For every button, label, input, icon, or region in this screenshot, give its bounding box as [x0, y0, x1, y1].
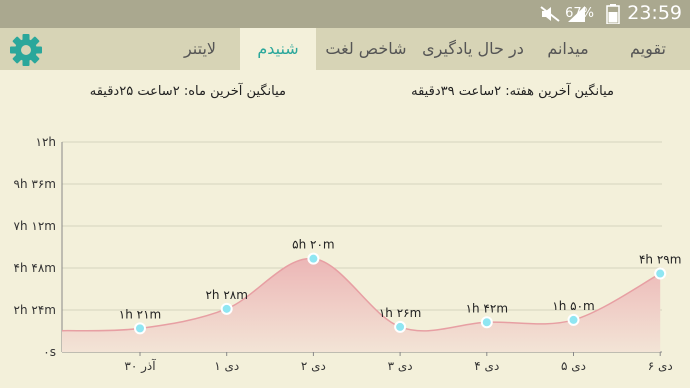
data-label: ۴h ۲۹m — [639, 253, 681, 267]
data-point — [654, 267, 667, 280]
x-tick-label: ۶ دی — [648, 359, 673, 373]
data-label: ۱h ۲۶m — [379, 306, 421, 320]
usage-chart: ۱۲h ۹h ۳۶m ۷h ۱۲m ۴h ۴۸m ۲h ۲۴m ۰s ۱h ۲۱m ۲h ۲۸… — [14, 135, 682, 374]
y-tick-label: ۴h ۴۸m — [14, 261, 56, 275]
x-tick-label: ۲ دی — [301, 359, 326, 373]
data-point — [307, 252, 320, 265]
y-tick-label: ۱۲h — [36, 135, 57, 149]
data-label: ۱h ۲۱m — [119, 307, 161, 321]
x-tick-label: ۳۰ آذر — [124, 358, 156, 374]
data-point — [134, 322, 146, 335]
y-tick-label: ۹h ۳۶m — [14, 177, 56, 191]
data-point — [480, 316, 493, 329]
data-label: ۱h ۴۲m — [466, 301, 508, 315]
y-tick-label: ۰s — [43, 345, 56, 359]
data-point — [394, 320, 407, 333]
y-tick-label: ۲h ۲۴m — [14, 303, 56, 317]
x-tick-label: ۳ دی — [388, 359, 413, 373]
data-label: ۲h ۲۸m — [205, 288, 247, 302]
data-label: ۵h ۲۰m — [292, 238, 334, 252]
y-tick-label: ۷h ۱۲m — [14, 219, 56, 233]
data-point — [567, 313, 580, 326]
data-label: ۱h ۵۰m — [552, 299, 594, 313]
x-tick-label: ۱ دی — [214, 359, 239, 373]
x-tick-label: ۴ دی — [474, 359, 499, 373]
x-tick-label: ۵ دی — [561, 359, 586, 373]
data-point — [220, 302, 233, 315]
